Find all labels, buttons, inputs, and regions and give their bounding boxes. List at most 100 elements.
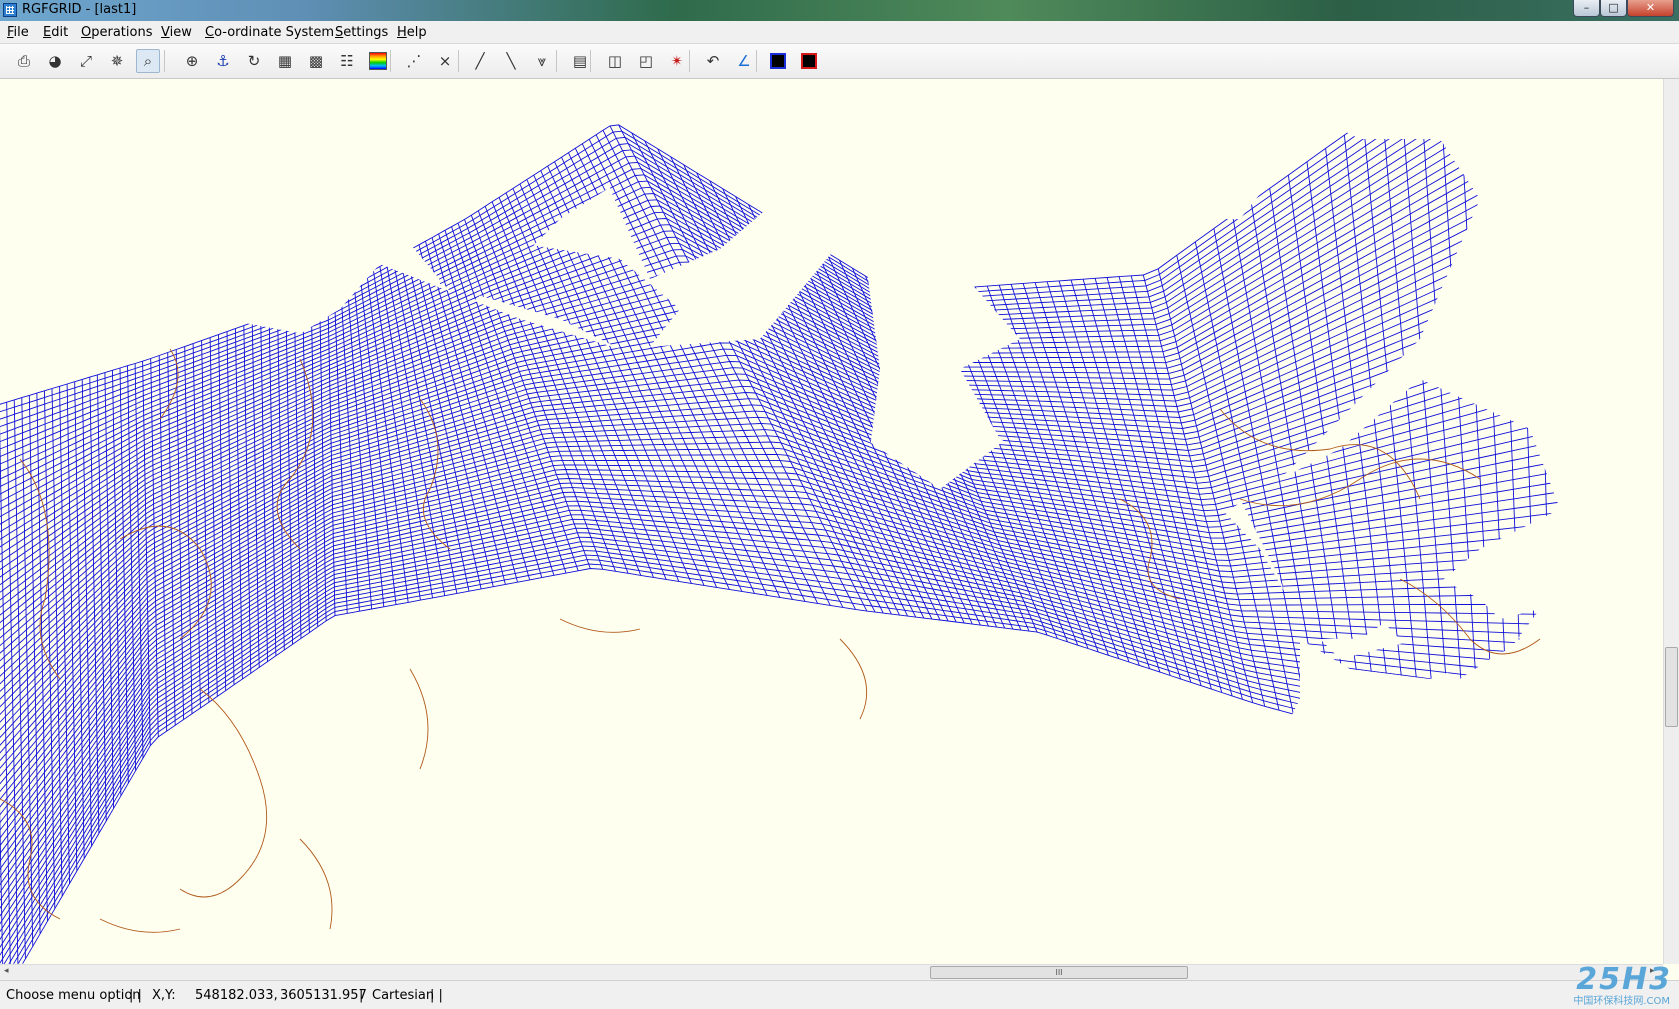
undo-arc-icon: ↶ <box>706 52 720 70</box>
grid-cross-lines <box>0 79 1560 964</box>
menu-accelerator: C <box>205 25 215 40</box>
zoom-in-arrows-icon: ✵ <box>110 52 124 70</box>
horizontal-scrollbar[interactable]: ◂ III ▸ <box>0 964 1663 980</box>
zoom-box-button[interactable]: ⌕ <box>136 49 160 73</box>
refresh-button[interactable]: ↻ <box>242 49 266 73</box>
spline-insert-icon: ╲ <box>506 52 516 70</box>
status-separator: | <box>359 988 364 1003</box>
land-boundary <box>409 668 429 770</box>
title-bar: RGFGRID - [last1] – □ ✕ <box>0 0 1679 21</box>
menu-label-rest: o-ordinate System <box>214 25 335 40</box>
menu-accelerator: H <box>397 25 407 40</box>
grid-canvas[interactable] <box>0 79 1663 964</box>
status-bar: Choose menu option | | X,Y: 548182.033, … <box>0 980 1679 1009</box>
crosshair-icon: ⊕ <box>185 52 199 70</box>
toolbar-separator <box>390 50 391 72</box>
dark-grid-box-icon <box>801 53 817 69</box>
vertical-scrollbar[interactable] <box>1663 79 1679 964</box>
menu-accelerator: E <box>43 25 52 40</box>
close-button[interactable]: ✕ <box>1627 0 1674 17</box>
spline-split-button[interactable]: ⩔ <box>530 49 554 73</box>
coord-x: 548182.033, <box>195 988 278 1003</box>
menu-label-rest: ettings <box>343 25 389 40</box>
print-button[interactable]: ⎙ <box>12 49 36 73</box>
zoom-extents-icon: ⤢ <box>79 52 92 70</box>
grid-orthogonalise-button[interactable]: ◰ <box>634 49 658 73</box>
menu-label-rest: ile <box>13 25 29 40</box>
status-message: Choose menu option <box>6 988 141 1003</box>
dark-grid-box-button[interactable] <box>797 49 821 73</box>
grid-star-button[interactable]: ✴ <box>665 49 689 73</box>
curvilinear-grid-drawing[interactable] <box>0 79 1663 964</box>
dark-box-icon <box>770 53 786 69</box>
menu-label-rest: iew <box>169 25 192 40</box>
menu-bar: File Edit Operations View Co-ordinate System… <box>0 21 1679 44</box>
status-separator: | | <box>129 988 142 1003</box>
list-icon: ☷ <box>340 52 354 70</box>
menu-edit[interactable]: Edit <box>43 25 68 40</box>
toolbar-separator <box>556 50 557 72</box>
grid-refine-button[interactable]: ◫ <box>603 49 627 73</box>
menu-file[interactable]: File <box>7 25 29 40</box>
coord-system: Cartesian <box>372 988 435 1003</box>
angle-button[interactable]: ∠ <box>732 49 756 73</box>
grid-refine-icon: ◫ <box>607 52 623 70</box>
toolbar-separator <box>458 50 459 72</box>
zoom-extents-button[interactable]: ⤢ <box>74 49 98 73</box>
zoom-in-arrows-button[interactable]: ✵ <box>105 49 129 73</box>
menu-help[interactable]: Help <box>397 25 427 40</box>
land-boundary <box>99 918 181 933</box>
grid-orthogonalise-icon: ◰ <box>638 52 654 70</box>
color-scale-button[interactable] <box>366 49 390 73</box>
land-boundary <box>1399 578 1541 655</box>
crosshair-button[interactable]: ⊕ <box>180 49 204 73</box>
globe-button[interactable]: ◕ <box>43 49 67 73</box>
watermark-text: 中国环保科技网.COM <box>1573 996 1670 1007</box>
coord-label: X,Y: <box>152 988 176 1003</box>
delete-spline-button[interactable]: ⨯ <box>433 49 457 73</box>
refresh-icon: ↻ <box>247 52 261 70</box>
spline-split-icon: ⩔ <box>537 52 547 70</box>
menu-label-rest: dit <box>51 25 69 40</box>
menu-operations[interactable]: Operations <box>81 25 152 40</box>
anchor-button[interactable]: ⚓ <box>211 49 235 73</box>
menu-view[interactable]: View <box>161 25 192 40</box>
vertical-scroll-thumb[interactable] <box>1665 647 1678 727</box>
menu-label-rest: perations <box>91 25 153 40</box>
undo-arc-button[interactable]: ↶ <box>701 49 725 73</box>
anchor-icon: ⚓ <box>216 52 230 70</box>
scroll-left-icon[interactable]: ◂ <box>4 966 9 976</box>
menu-co-ordinate-system[interactable]: Co-ordinate System <box>205 25 334 40</box>
list-button[interactable]: ☷ <box>335 49 359 73</box>
spline-edit-icon: ╱ <box>475 52 485 70</box>
delete-spline-icon: ⨯ <box>438 52 452 70</box>
grid-pattern-button[interactable]: ▦ <box>273 49 297 73</box>
menu-settings[interactable]: Settings <box>335 25 388 40</box>
grid-star-icon: ✴ <box>670 52 684 70</box>
menu-accelerator: V <box>161 25 170 40</box>
app-icon <box>3 3 17 17</box>
grid-pattern-icon: ▦ <box>277 52 293 70</box>
status-separator: | | <box>430 988 443 1003</box>
watermark: 25H3 中国环保科技网.COM <box>1522 962 1672 1007</box>
spline-points-button[interactable]: ⋰ <box>402 49 426 73</box>
menu-accelerator: O <box>81 25 92 40</box>
grid-icon: ▤ <box>572 52 588 70</box>
coord-y: 3605131.957 <box>280 988 367 1003</box>
minimize-button[interactable]: – <box>1573 0 1600 17</box>
angle-icon: ∠ <box>737 52 751 70</box>
menu-label-rest: elp <box>406 25 427 40</box>
grid-pattern-2-button[interactable]: ▩ <box>304 49 328 73</box>
toolbar-separator <box>164 50 165 72</box>
spline-edit-button[interactable]: ╱ <box>468 49 492 73</box>
grid-pattern-2-icon: ▩ <box>308 52 324 70</box>
grid-lines <box>0 79 1560 964</box>
grid-button[interactable]: ▤ <box>568 49 592 73</box>
spline-insert-button[interactable]: ╲ <box>499 49 523 73</box>
zoom-box-icon: ⌕ <box>143 52 153 70</box>
dark-box-button[interactable] <box>766 49 790 73</box>
toolbar: ⎙ ◕ ⤢ ✵ ⌕ ⊕ ⚓ ↻ ▦ ▩ ☷ ⋰ ⨯ ╱ ╲ ⩔ ▤ ◫ ◰ ✴ ↶ ∠ <box>0 44 1679 79</box>
maximize-button[interactable]: □ <box>1600 0 1627 17</box>
horizontal-scroll-thumb[interactable]: III <box>930 966 1188 979</box>
toolbar-separator <box>689 50 690 72</box>
